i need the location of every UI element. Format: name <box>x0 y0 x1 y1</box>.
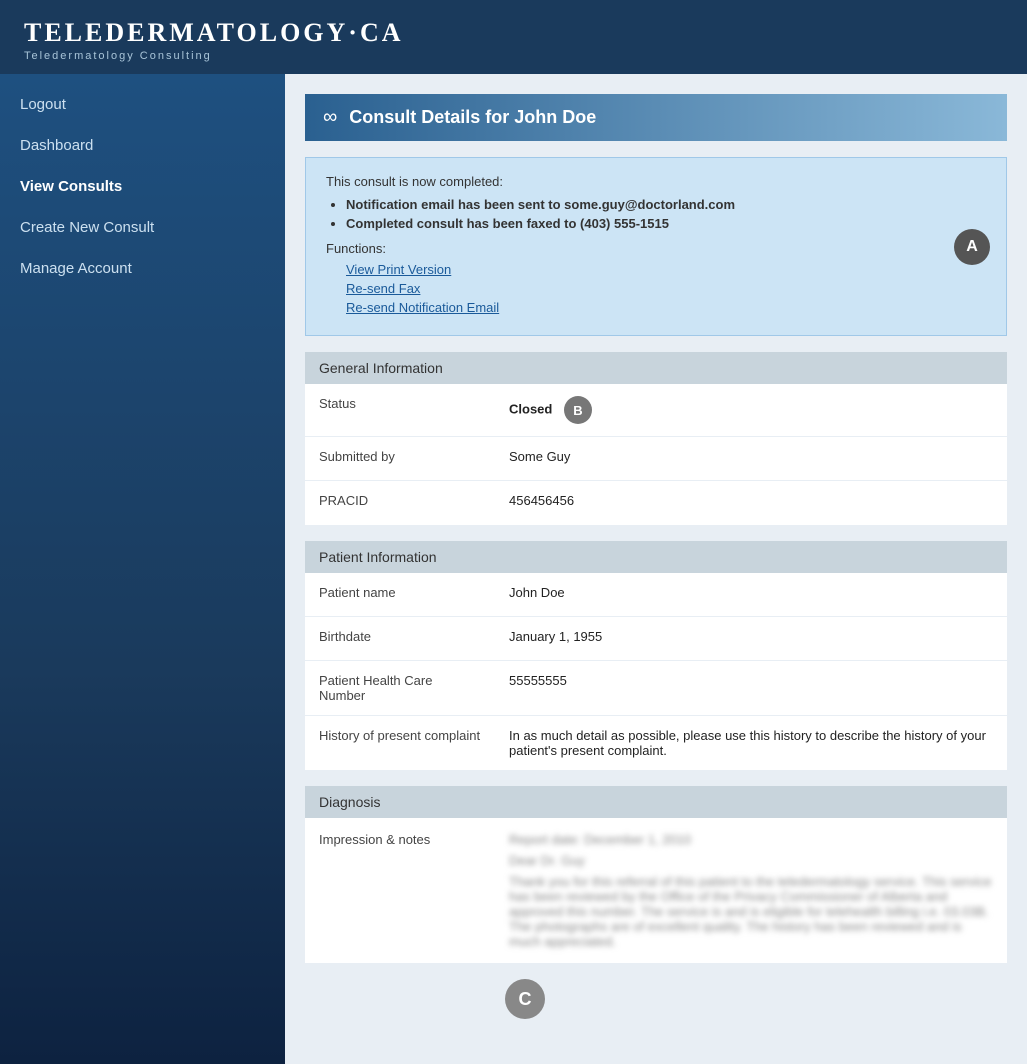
submitted-by-value: Some Guy <box>495 437 1007 480</box>
history-label: History of present complaint <box>305 716 495 770</box>
main-content: ∞ Consult Details for John Doe This cons… <box>285 74 1027 1064</box>
submitted-by-label: Submitted by <box>305 437 495 480</box>
sidebar-item-dashboard[interactable]: Dashboard <box>0 125 285 166</box>
status-label: Status <box>305 384 495 436</box>
notification-box: This consult is now completed: Notificat… <box>305 157 1007 336</box>
page-title: Consult Details for John Doe <box>349 107 596 128</box>
site-subtitle: Teledermatology Consulting <box>24 50 1003 62</box>
status-value: Closed B <box>495 384 1007 436</box>
main-layout: Logout Dashboard View Consults Create Ne… <box>0 74 1027 1064</box>
sidebar-item-view-consults[interactable]: View Consults <box>0 166 285 207</box>
notification-bullet-2: Completed consult has been faxed to (403… <box>346 216 986 231</box>
general-info-table: Status Closed B Submitted by Some Guy PR… <box>305 384 1007 525</box>
site-header: TELEDERMATOLOGY·CA Teledermatology Consu… <box>0 0 1027 74</box>
badge-b: B <box>564 396 592 424</box>
health-care-number-row: Patient Health Care Number 55555555 <box>305 661 1007 716</box>
pracid-row: PRACID 456456456 <box>305 481 1007 525</box>
diagnosis-header: Diagnosis <box>305 786 1007 818</box>
birthdate-value: January 1, 1955 <box>495 617 1007 660</box>
submitted-by-row: Submitted by Some Guy <box>305 437 1007 481</box>
impression-line-1: Report date: December 1, 2010 <box>509 832 993 847</box>
page-header-bar: ∞ Consult Details for John Doe <box>305 94 1007 141</box>
impression-row: Impression & notes Report date: December… <box>305 818 1007 963</box>
impression-label: Impression & notes <box>305 818 495 859</box>
impression-line-2: Dear Dr. Guy <box>509 853 993 868</box>
impression-value: Report date: December 1, 2010 Dear Dr. G… <box>495 818 1007 963</box>
resend-fax-link[interactable]: Re-send Fax <box>346 281 986 296</box>
birthdate-label: Birthdate <box>305 617 495 660</box>
badge-a: A <box>954 229 990 265</box>
sidebar-item-logout[interactable]: Logout <box>0 84 285 125</box>
patient-name-row: Patient name John Doe <box>305 573 1007 617</box>
health-care-number-label: Patient Health Care Number <box>305 661 495 715</box>
impression-line-3: Thank you for this referral of this pati… <box>509 874 993 949</box>
sidebar: Logout Dashboard View Consults Create Ne… <box>0 74 285 1064</box>
notification-bullet-1: Notification email has been sent to some… <box>346 197 986 212</box>
birthdate-row: Birthdate January 1, 1955 <box>305 617 1007 661</box>
function-links: View Print Version Re-send Fax Re-send N… <box>346 262 986 315</box>
status-row: Status Closed B <box>305 384 1007 437</box>
sidebar-item-create-new-consult[interactable]: Create New Consult <box>0 207 285 248</box>
health-care-number-value: 55555555 <box>495 661 1007 715</box>
pracid-value: 456456456 <box>495 481 1007 525</box>
sidebar-item-manage-account[interactable]: Manage Account <box>0 248 285 289</box>
patient-name-label: Patient name <box>305 573 495 616</box>
patient-info-table: Patient name John Doe Birthdate January … <box>305 573 1007 770</box>
pracid-label: PRACID <box>305 481 495 525</box>
diagnosis-table: Impression & notes Report date: December… <box>305 818 1007 963</box>
resend-notification-email-link[interactable]: Re-send Notification Email <box>346 300 986 315</box>
history-value: In as much detail as possible, please us… <box>495 716 1007 770</box>
site-title: TELEDERMATOLOGY·CA <box>24 18 1003 48</box>
functions-label: Functions: <box>326 241 986 256</box>
badge-c: C <box>505 979 545 1019</box>
history-row: History of present complaint In as much … <box>305 716 1007 770</box>
patient-info-header: Patient Information <box>305 541 1007 573</box>
patient-name-value: John Doe <box>495 573 1007 616</box>
view-print-version-link[interactable]: View Print Version <box>346 262 986 277</box>
infinity-icon: ∞ <box>323 106 337 129</box>
general-info-header: General Information <box>305 352 1007 384</box>
notification-bullets: Notification email has been sent to some… <box>346 197 986 231</box>
notification-title: This consult is now completed: <box>326 174 986 189</box>
